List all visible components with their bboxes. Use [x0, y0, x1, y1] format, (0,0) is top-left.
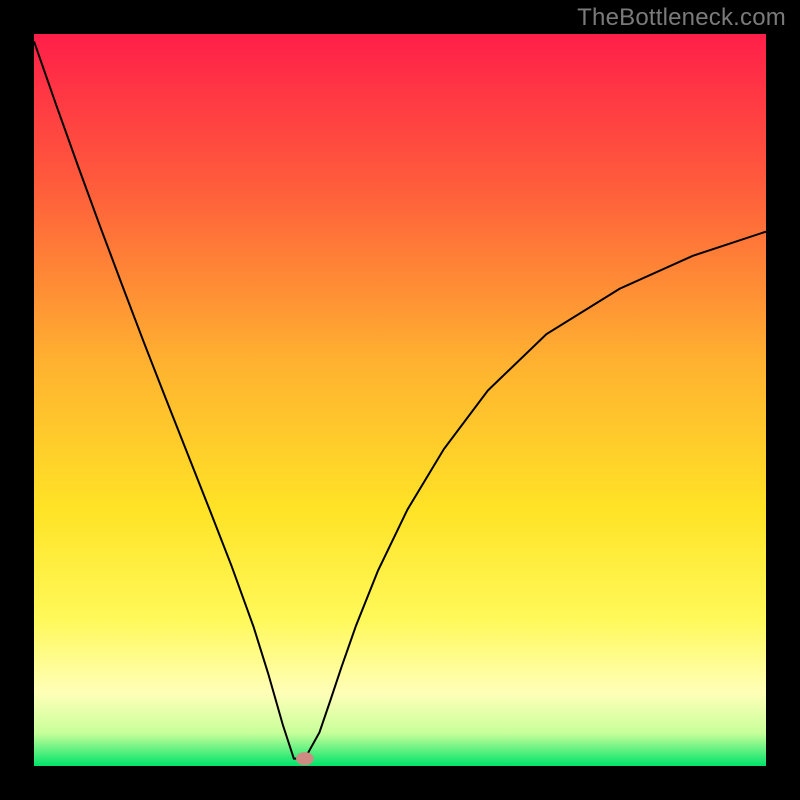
gradient-backdrop [34, 34, 766, 766]
chart-svg [34, 34, 766, 766]
optimal-point-marker [296, 752, 314, 765]
plot-area [34, 34, 766, 766]
chart-frame: TheBottleneck.com [0, 0, 800, 800]
attribution-label: TheBottleneck.com [577, 4, 786, 32]
